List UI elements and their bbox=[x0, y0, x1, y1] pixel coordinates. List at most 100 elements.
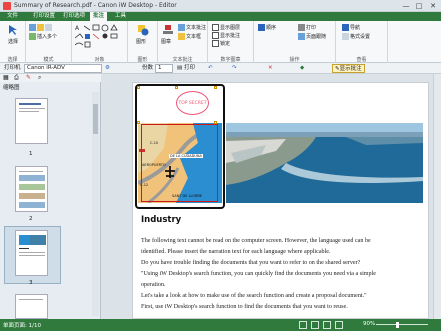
format-icon bbox=[342, 33, 349, 40]
text-box-button[interactable]: 文本框 bbox=[178, 33, 201, 40]
show-annotation-label: 显示批注 bbox=[339, 66, 362, 72]
text-note-label: 文本批注 bbox=[186, 25, 207, 31]
body-text-line: identified. Please insert the narration … bbox=[141, 249, 331, 255]
show-layer-checkbox[interactable]: 显示图层 bbox=[212, 24, 240, 31]
ribbon-group-objects: A 对象 bbox=[72, 21, 128, 63]
order-button[interactable]: 顺序 bbox=[258, 24, 276, 31]
copies-input[interactable]: 1 bbox=[155, 64, 173, 73]
resize-handle[interactable] bbox=[137, 86, 140, 89]
format-settings-label: 格式设置 bbox=[350, 34, 371, 40]
format-settings-button[interactable]: 格式设置 bbox=[342, 33, 370, 40]
thumbnail-page[interactable] bbox=[15, 98, 48, 144]
ribbon-group-label: 文本批注 bbox=[172, 57, 193, 63]
print-annot-button[interactable]: 打印 bbox=[298, 24, 316, 31]
redo-icon[interactable]: ↷ bbox=[232, 64, 237, 73]
insert-multiple-button[interactable]: 插入多个 bbox=[29, 33, 57, 40]
resize-handle[interactable] bbox=[214, 86, 217, 89]
top-secret-stamp[interactable]: TOP SECRET bbox=[176, 91, 209, 115]
single-page-view-icon[interactable] bbox=[299, 321, 307, 329]
tab-annotation[interactable]: 批注 bbox=[90, 12, 108, 21]
resize-handle[interactable] bbox=[175, 86, 178, 89]
show-annot-checkbox[interactable]: 显示批注 bbox=[212, 32, 240, 39]
copies-label: 份数 bbox=[142, 65, 154, 71]
status-bar: 单面页面: 1/10 90% bbox=[0, 319, 441, 331]
ribbon-group-mode: 插入多个 模式 bbox=[26, 21, 72, 63]
body-text-line: The following text cannot be read on the… bbox=[141, 238, 371, 244]
ribbon-group-label: 模式 bbox=[43, 57, 54, 63]
thumbnail-page-number: 3 bbox=[29, 280, 33, 286]
bookmark-icon[interactable]: ⎙ bbox=[14, 74, 19, 82]
thumbnail-view-icon[interactable]: ▦ bbox=[3, 74, 9, 81]
follow-page-button[interactable]: 页面跟随 bbox=[298, 33, 326, 40]
stamp-icon[interactable] bbox=[162, 24, 174, 36]
ribbon-group-select: 选择 选择 bbox=[0, 21, 26, 63]
body-text-line: First, use iW Desktop's search function … bbox=[141, 304, 348, 310]
ribbon-group-label: 操作 bbox=[289, 57, 300, 63]
zoom-slider[interactable] bbox=[376, 324, 428, 325]
insert-icon bbox=[29, 33, 36, 40]
minimize-button[interactable]: — bbox=[400, 1, 412, 11]
body-text-line: operation. bbox=[141, 282, 166, 288]
text-box-label: 文本框 bbox=[186, 34, 202, 40]
order-icon bbox=[258, 24, 265, 31]
page-icon bbox=[29, 24, 36, 31]
body-text-line: "Using iW Desktop's search function, you… bbox=[141, 271, 376, 277]
fit-width-icon[interactable] bbox=[335, 321, 343, 329]
resize-handle[interactable] bbox=[137, 121, 140, 124]
tab-print-settings[interactable]: 打印设置 bbox=[30, 12, 58, 21]
thumbnail-title: 缩略图 bbox=[3, 85, 20, 91]
print-label: 打印 bbox=[183, 65, 195, 71]
document-scrollbar[interactable] bbox=[433, 74, 441, 319]
printer-select[interactable]: Canon iR-ADV bbox=[24, 64, 102, 73]
ribbon-group-shape: 图形 图形 bbox=[128, 21, 158, 63]
ribbon-group-text-annot: 图章 文本批注 文本框 文本批注 bbox=[158, 21, 208, 63]
nav-icon[interactable]: ◆ bbox=[300, 64, 304, 73]
maximize-button[interactable]: □ bbox=[413, 1, 425, 11]
lock-checkbox[interactable]: 锁定 bbox=[212, 40, 230, 47]
tab-file[interactable]: 文件 bbox=[4, 12, 21, 21]
tab-tools[interactable]: 工具 bbox=[112, 12, 129, 21]
thumbnail-page[interactable] bbox=[15, 294, 48, 319]
lock-label: 锁定 bbox=[220, 41, 231, 47]
ribbon-group-label: 图形 bbox=[137, 57, 148, 63]
continuous-view-icon[interactable] bbox=[323, 321, 331, 329]
page-follow-icon bbox=[298, 33, 305, 40]
graphic-button[interactable]: 图形 bbox=[136, 38, 146, 45]
show-layer-label: 显示图层 bbox=[220, 25, 241, 31]
body-text-line: Do you have trouble finding the document… bbox=[141, 260, 361, 266]
tab-print-options[interactable]: 打印选项 bbox=[60, 12, 88, 21]
undo-icon[interactable]: ↶ bbox=[208, 64, 213, 73]
page-tool-button[interactable] bbox=[29, 24, 53, 31]
thumbnail-scroll-thumb[interactable] bbox=[93, 104, 98, 134]
print-annot-label: 打印 bbox=[306, 25, 317, 31]
stamp-button[interactable]: 图章 bbox=[161, 38, 171, 45]
print-toolbar: 打印机 Canon iR-ADV ⚙ 份数 1 ▤ 打印 ↶ ↷ ✕ ◆ ✎显示… bbox=[0, 63, 441, 74]
show-annotation-toggle[interactable]: ✎显示批注 bbox=[332, 64, 365, 73]
delete-icon[interactable]: ✕ bbox=[268, 64, 273, 73]
body-text-line: Let's take a look at how to make use of … bbox=[141, 293, 367, 299]
zoom-slider-knob[interactable] bbox=[396, 322, 399, 328]
navigation-button[interactable]: 导航 bbox=[342, 24, 360, 31]
menu-bar: 文件 打印设置 打印选项 批注 工具 bbox=[0, 12, 441, 21]
annotation-list-icon[interactable]: ✎ bbox=[26, 74, 31, 81]
close-button[interactable]: ✕ bbox=[427, 1, 439, 11]
ribbon-group-label: 数字图章 bbox=[220, 57, 241, 63]
section-heading: Industry bbox=[141, 215, 182, 225]
printer-props-icon[interactable]: ⚙ bbox=[105, 64, 110, 73]
note-icon bbox=[37, 24, 44, 31]
printer-icon: ▤ bbox=[177, 65, 183, 71]
select-button[interactable]: 选择 bbox=[8, 38, 18, 45]
thumbnail-page[interactable] bbox=[15, 166, 48, 212]
text-note-button[interactable]: 文本批注 bbox=[178, 24, 206, 31]
navigation-icon bbox=[342, 24, 349, 31]
thumbnail-page-number: 1 bbox=[29, 151, 33, 157]
thumbnail-page-current[interactable] bbox=[15, 230, 48, 276]
search-icon[interactable]: ⌕ bbox=[38, 74, 41, 82]
select-arrow-icon[interactable] bbox=[7, 24, 19, 36]
graphic-icon[interactable] bbox=[137, 24, 149, 36]
shape-tools-icon[interactable]: A bbox=[75, 24, 125, 48]
resize-handle[interactable] bbox=[214, 121, 217, 124]
two-page-view-icon[interactable] bbox=[311, 321, 319, 329]
print-button[interactable]: ▤ 打印 bbox=[177, 64, 195, 73]
navigation-label: 导航 bbox=[350, 25, 361, 31]
